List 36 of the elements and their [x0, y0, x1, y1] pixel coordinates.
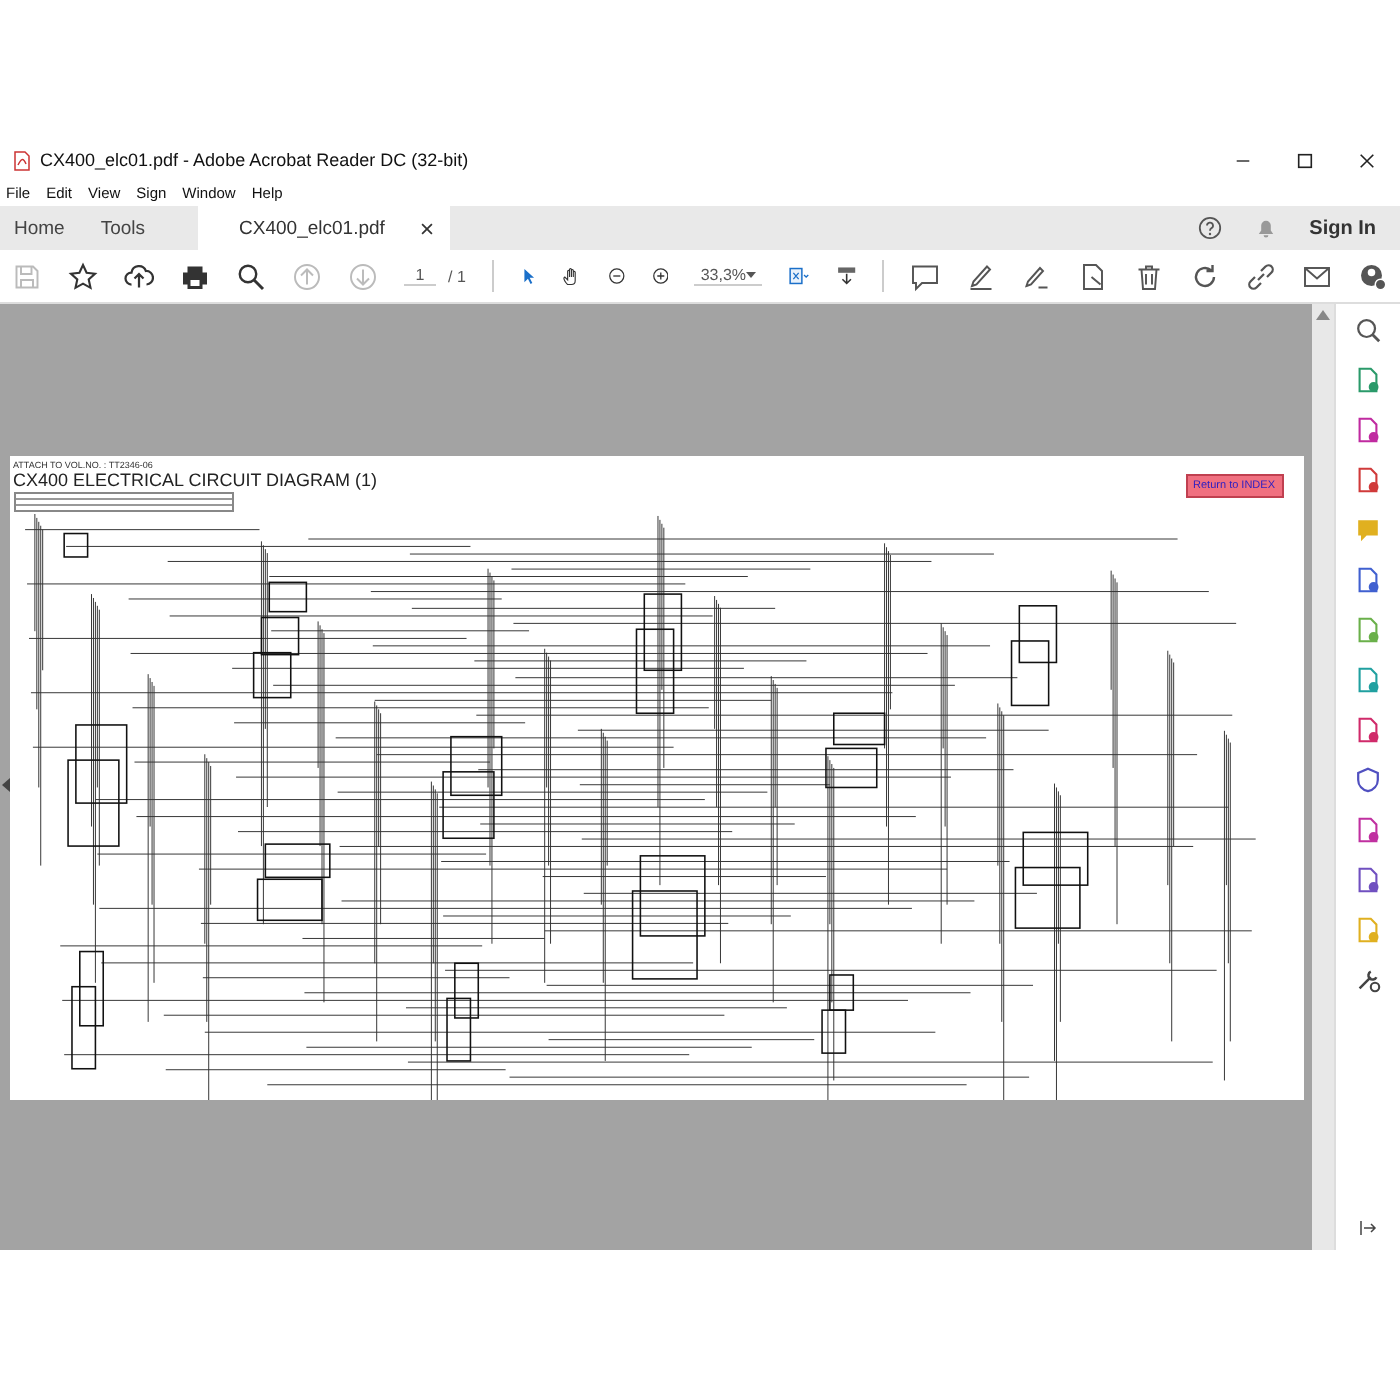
star-icon[interactable]	[68, 261, 98, 291]
scroll-bar[interactable]	[1312, 304, 1334, 1250]
caret-icon	[746, 271, 757, 279]
fit-page-icon[interactable]	[788, 262, 810, 290]
pdf-file-icon	[12, 149, 32, 171]
link-icon[interactable]	[1246, 261, 1276, 291]
zoom-in-icon[interactable]	[651, 262, 669, 290]
diagram-title: CX400 ELECTRICAL CIRCUIT DIAGRAM (1)	[13, 469, 378, 489]
zoom-search-icon[interactable]	[236, 261, 266, 291]
tab[interactable]: CX400_elc01.pdf	[197, 206, 451, 250]
zoom-out-icon[interactable]	[607, 262, 626, 290]
expand-panel-icon[interactable]	[1358, 1218, 1378, 1238]
tab[interactable]: Home	[0, 206, 87, 250]
tab[interactable]: Tools	[86, 206, 168, 250]
zoom-search-icon[interactable]	[1354, 316, 1382, 344]
sign-in-link[interactable]: Sign In	[1309, 217, 1376, 239]
cloud-upload-icon[interactable]	[124, 261, 154, 291]
wrench-icon[interactable]	[1354, 966, 1382, 994]
trash-icon[interactable]	[1134, 261, 1164, 291]
window-title: CX400_elc01.pdf - Adobe Acrobat Reader DC (32-bit)	[40, 150, 471, 170]
print-icon[interactable]	[180, 261, 210, 291]
close-icon[interactable]	[420, 221, 435, 235]
pen-sign-icon[interactable]	[1022, 261, 1052, 291]
page-total: / 1	[448, 267, 466, 285]
page-number-field[interactable]: 1	[404, 266, 436, 286]
mail-icon[interactable]	[1302, 261, 1332, 291]
zoom-dropdown[interactable]: 33,3%	[694, 266, 763, 286]
scroll-up-icon[interactable]	[1316, 310, 1330, 320]
maximize-icon[interactable]	[1296, 151, 1314, 169]
comment-icon[interactable]	[910, 261, 940, 291]
help-icon[interactable]	[1197, 216, 1222, 240]
rotate-icon[interactable]	[1190, 261, 1220, 291]
close-icon[interactable]	[1358, 151, 1376, 169]
scroll-mode-icon[interactable]	[835, 262, 857, 290]
highlighter-icon[interactable]	[966, 261, 996, 291]
shield-icon[interactable]	[1354, 766, 1382, 794]
